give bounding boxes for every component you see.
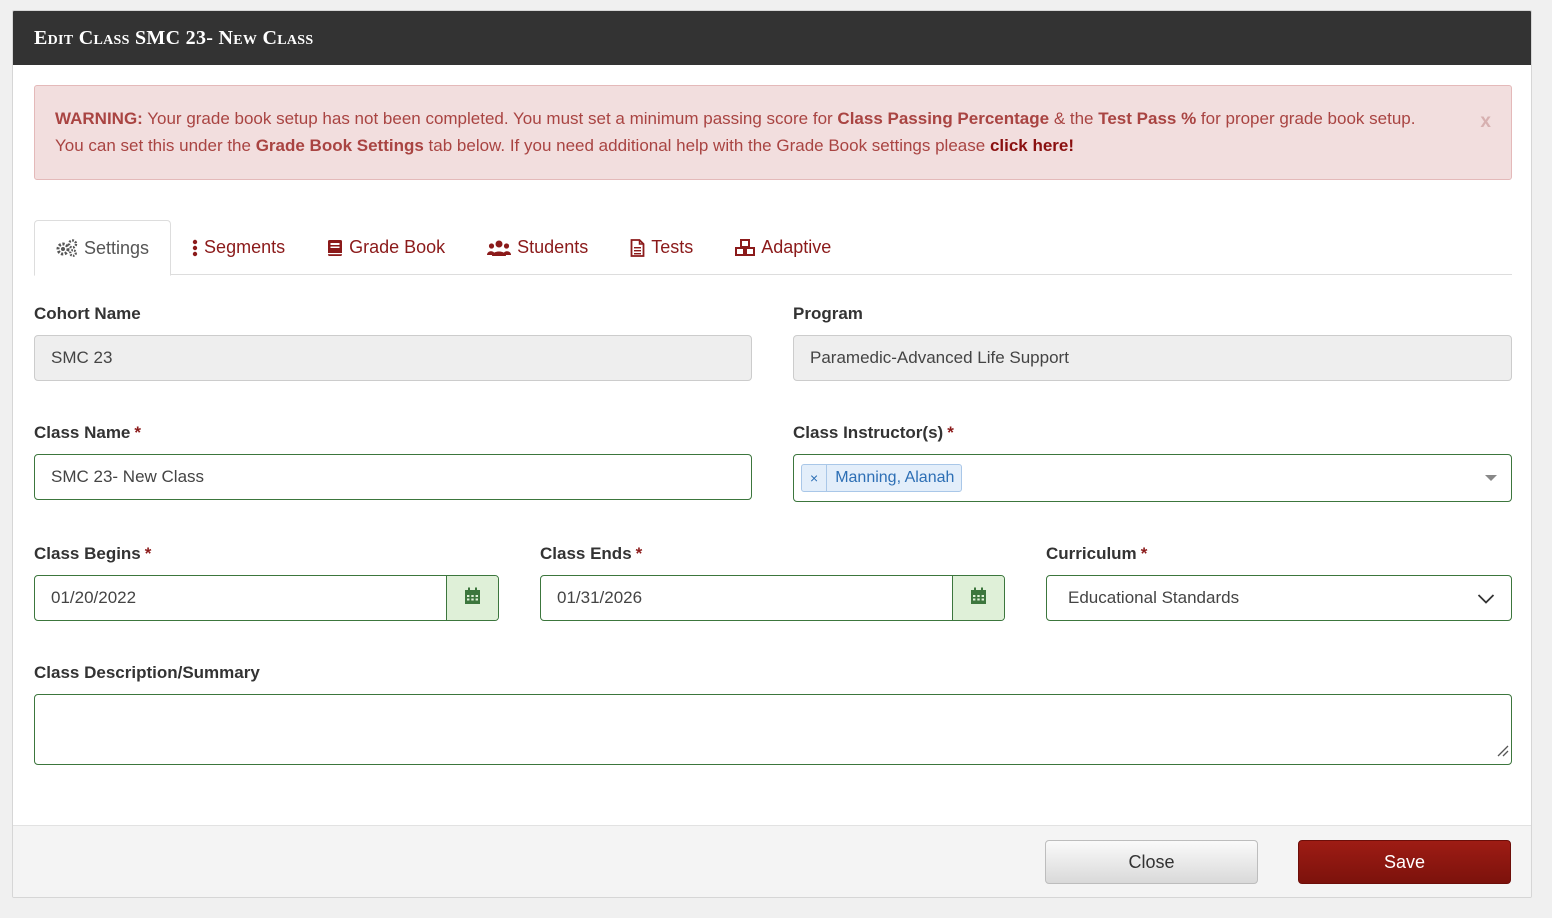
cohort-name-label: Cohort Name [34, 304, 141, 323]
class-description-textarea[interactable] [34, 694, 1512, 765]
class-begins-label: Class Begins * [34, 544, 152, 563]
class-ends-calendar-button[interactable] [952, 576, 1004, 620]
alert-line-2: You can set this under the Grade Book Se… [55, 136, 1075, 155]
class-instructors-label: Class Instructor(s) * [793, 423, 954, 442]
gradebook-warning-alert: WARNING: Your grade book setup has not b… [34, 85, 1512, 180]
alert-close-button[interactable]: x [1480, 108, 1491, 135]
dropdown-caret-icon[interactable] [1485, 475, 1497, 481]
tab-label: Students [517, 237, 589, 257]
tab-segments[interactable]: Segments [171, 220, 306, 275]
file-text-icon [630, 238, 645, 257]
program-label: Program [793, 304, 863, 323]
tab-label: Settings [84, 237, 150, 258]
class-tabs: Settings Segments Grade Book Students Te… [34, 220, 1512, 276]
resize-handle-icon[interactable] [1495, 743, 1509, 762]
save-button[interactable]: Save [1298, 840, 1511, 884]
remove-tag-icon[interactable]: × [802, 465, 828, 491]
cubes-icon [735, 238, 756, 257]
book-icon [327, 239, 343, 257]
modal-header: Edit Class SMC 23- New Class [13, 11, 1531, 65]
class-ends-date-field: 01/31/2026 [540, 575, 1005, 621]
instructor-tag: × Manning, Alanah [801, 464, 963, 492]
close-button[interactable]: Close [1045, 840, 1258, 884]
curriculum-select[interactable]: Educational Standards [1046, 575, 1512, 621]
calendar-icon [464, 587, 481, 610]
class-begins-calendar-button[interactable] [446, 576, 498, 620]
tab-label: Adaptive [761, 237, 832, 257]
alert-line-1: WARNING: Your grade book setup has not b… [55, 109, 1416, 128]
calendar-icon [970, 587, 987, 610]
tab-tests[interactable]: Tests [609, 220, 714, 275]
gears-icon [56, 239, 78, 257]
class-ends-input[interactable]: 01/31/2026 [541, 576, 952, 620]
class-ends-label: Class Ends * [540, 544, 643, 563]
class-begins-date-field: 01/20/2022 [34, 575, 499, 621]
tab-adaptive[interactable]: Adaptive [714, 220, 852, 275]
alert-prefix: WARNING: [55, 109, 143, 128]
program-field: Paramedic-Advanced Life Support [793, 335, 1512, 381]
class-description-label: Class Description/Summary [34, 663, 260, 682]
class-begins-input[interactable]: 01/20/2022 [35, 576, 446, 620]
tab-label: Segments [204, 237, 286, 257]
tab-settings[interactable]: Settings [34, 220, 172, 276]
tab-students[interactable]: Students [466, 220, 609, 275]
vertical-ellipsis-icon [192, 239, 198, 257]
tab-label: Grade Book [349, 237, 446, 257]
modal-title: Edit Class SMC 23- New Class [34, 26, 314, 49]
class-name-label: Class Name * [34, 423, 142, 442]
class-instructors-select[interactable]: × Manning, Alanah [793, 454, 1512, 502]
cohort-name-field: SMC 23 [34, 335, 752, 381]
help-link[interactable]: click here! [990, 136, 1074, 155]
curriculum-label: Curriculum * [1046, 544, 1148, 563]
modal-footer: Close Save [13, 825, 1531, 897]
tab-grade-book[interactable]: Grade Book [306, 220, 466, 275]
chevron-down-icon [1477, 590, 1495, 610]
tab-label: Tests [651, 237, 694, 257]
users-icon [487, 240, 512, 256]
class-name-input[interactable]: SMC 23- New Class [34, 454, 752, 500]
edit-class-modal: Edit Class SMC 23- New Class WARNING: Yo… [12, 10, 1532, 898]
